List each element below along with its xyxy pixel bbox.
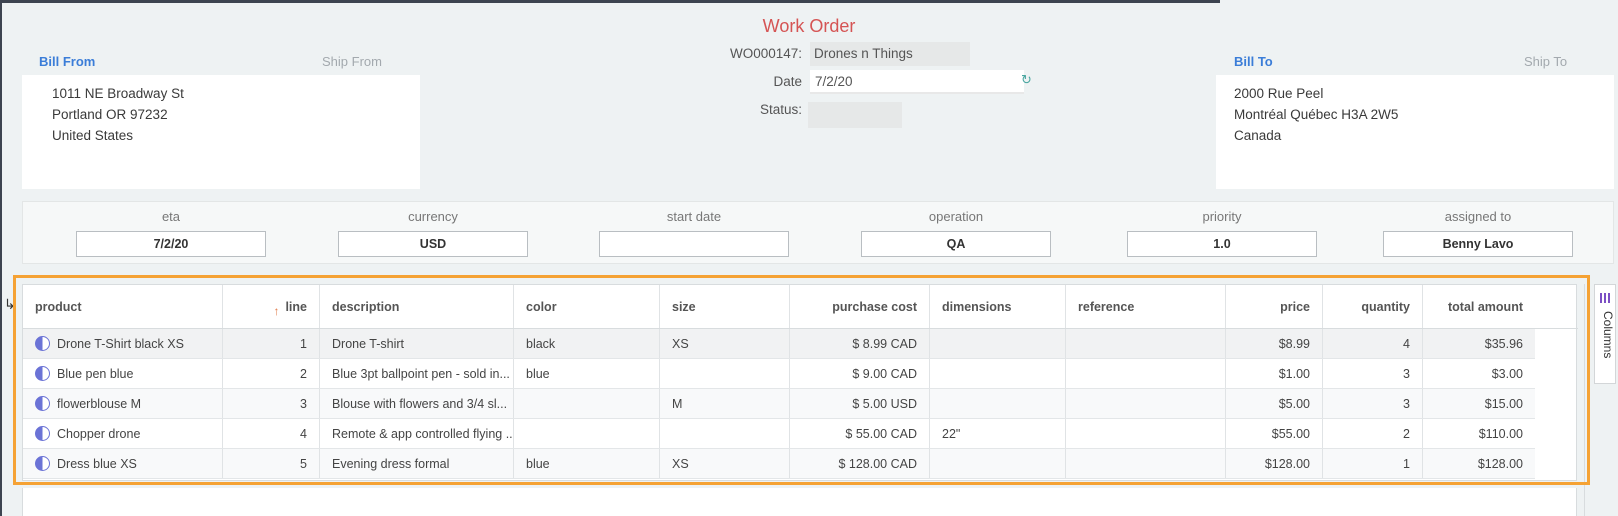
company-field[interactable]: Drones n Things	[810, 42, 970, 66]
bill-to-address: 2000 Rue Peel Montréal Québec H3A 2W5 Ca…	[1216, 75, 1614, 189]
columns-tab-label: Columns	[1601, 311, 1615, 359]
selection-highlight-frame	[13, 275, 1590, 485]
address-line: 1011 NE Broadway St	[52, 86, 184, 101]
bill-from-address: 1011 NE Broadway St Portland OR 97232 Un…	[22, 75, 420, 189]
info-currency: currency USD	[338, 202, 528, 257]
status-field[interactable]	[808, 102, 902, 128]
info-label: assigned to	[1444, 209, 1512, 224]
address-line: United States	[52, 128, 134, 143]
tab-bill-to[interactable]: Bill To	[1234, 54, 1273, 69]
address-line: Montréal Québec H3A 2W5	[1234, 107, 1399, 122]
left-border	[0, 0, 2, 516]
priority-field[interactable]: 1.0	[1127, 231, 1317, 257]
status-label: Status:	[759, 102, 802, 117]
info-operation: operation QA	[861, 202, 1051, 257]
info-label: eta	[161, 209, 181, 224]
tab-ship-from[interactable]: Ship From	[322, 54, 382, 69]
company-name: Drones n Things	[814, 46, 913, 61]
address-line: Canada	[1234, 128, 1282, 143]
info-eta: eta 7/2/20	[76, 202, 266, 257]
info-start-date: start date	[599, 202, 789, 257]
eta-field[interactable]: 7/2/20	[76, 231, 266, 257]
top-border	[0, 0, 1220, 3]
start-date-field[interactable]	[599, 231, 789, 257]
calendar-icon[interactable]: ↻	[1021, 72, 1032, 92]
info-label: operation	[928, 209, 984, 224]
date-label: Date	[773, 74, 802, 89]
assigned-to-field[interactable]: Benny Lavo	[1383, 231, 1573, 257]
operation-field[interactable]: QA	[861, 231, 1051, 257]
info-label: currency	[408, 209, 458, 224]
address-line: 2000 Rue Peel	[1234, 86, 1324, 101]
page-title: Work Order	[762, 16, 856, 36]
columns-icon	[1600, 293, 1610, 303]
date-input[interactable]: 7/2/20	[810, 70, 1024, 94]
order-info-panel: eta 7/2/20 currency USD start date opera…	[22, 201, 1614, 264]
address-line: Portland OR 97232	[52, 107, 168, 122]
tab-ship-to[interactable]: Ship To	[1524, 54, 1567, 69]
info-label: priority	[1202, 209, 1242, 224]
currency-field[interactable]: USD	[338, 231, 528, 257]
columns-panel-tab[interactable]: Columns	[1594, 284, 1616, 384]
tab-bill-from[interactable]: Bill From	[39, 54, 95, 69]
grid-empty-area	[22, 488, 1577, 516]
info-label: start date	[666, 209, 722, 224]
work-order-number: WO000147:	[729, 46, 802, 61]
info-assigned-to: assigned to Benny Lavo	[1383, 202, 1573, 257]
info-priority: priority 1.0	[1127, 202, 1317, 257]
